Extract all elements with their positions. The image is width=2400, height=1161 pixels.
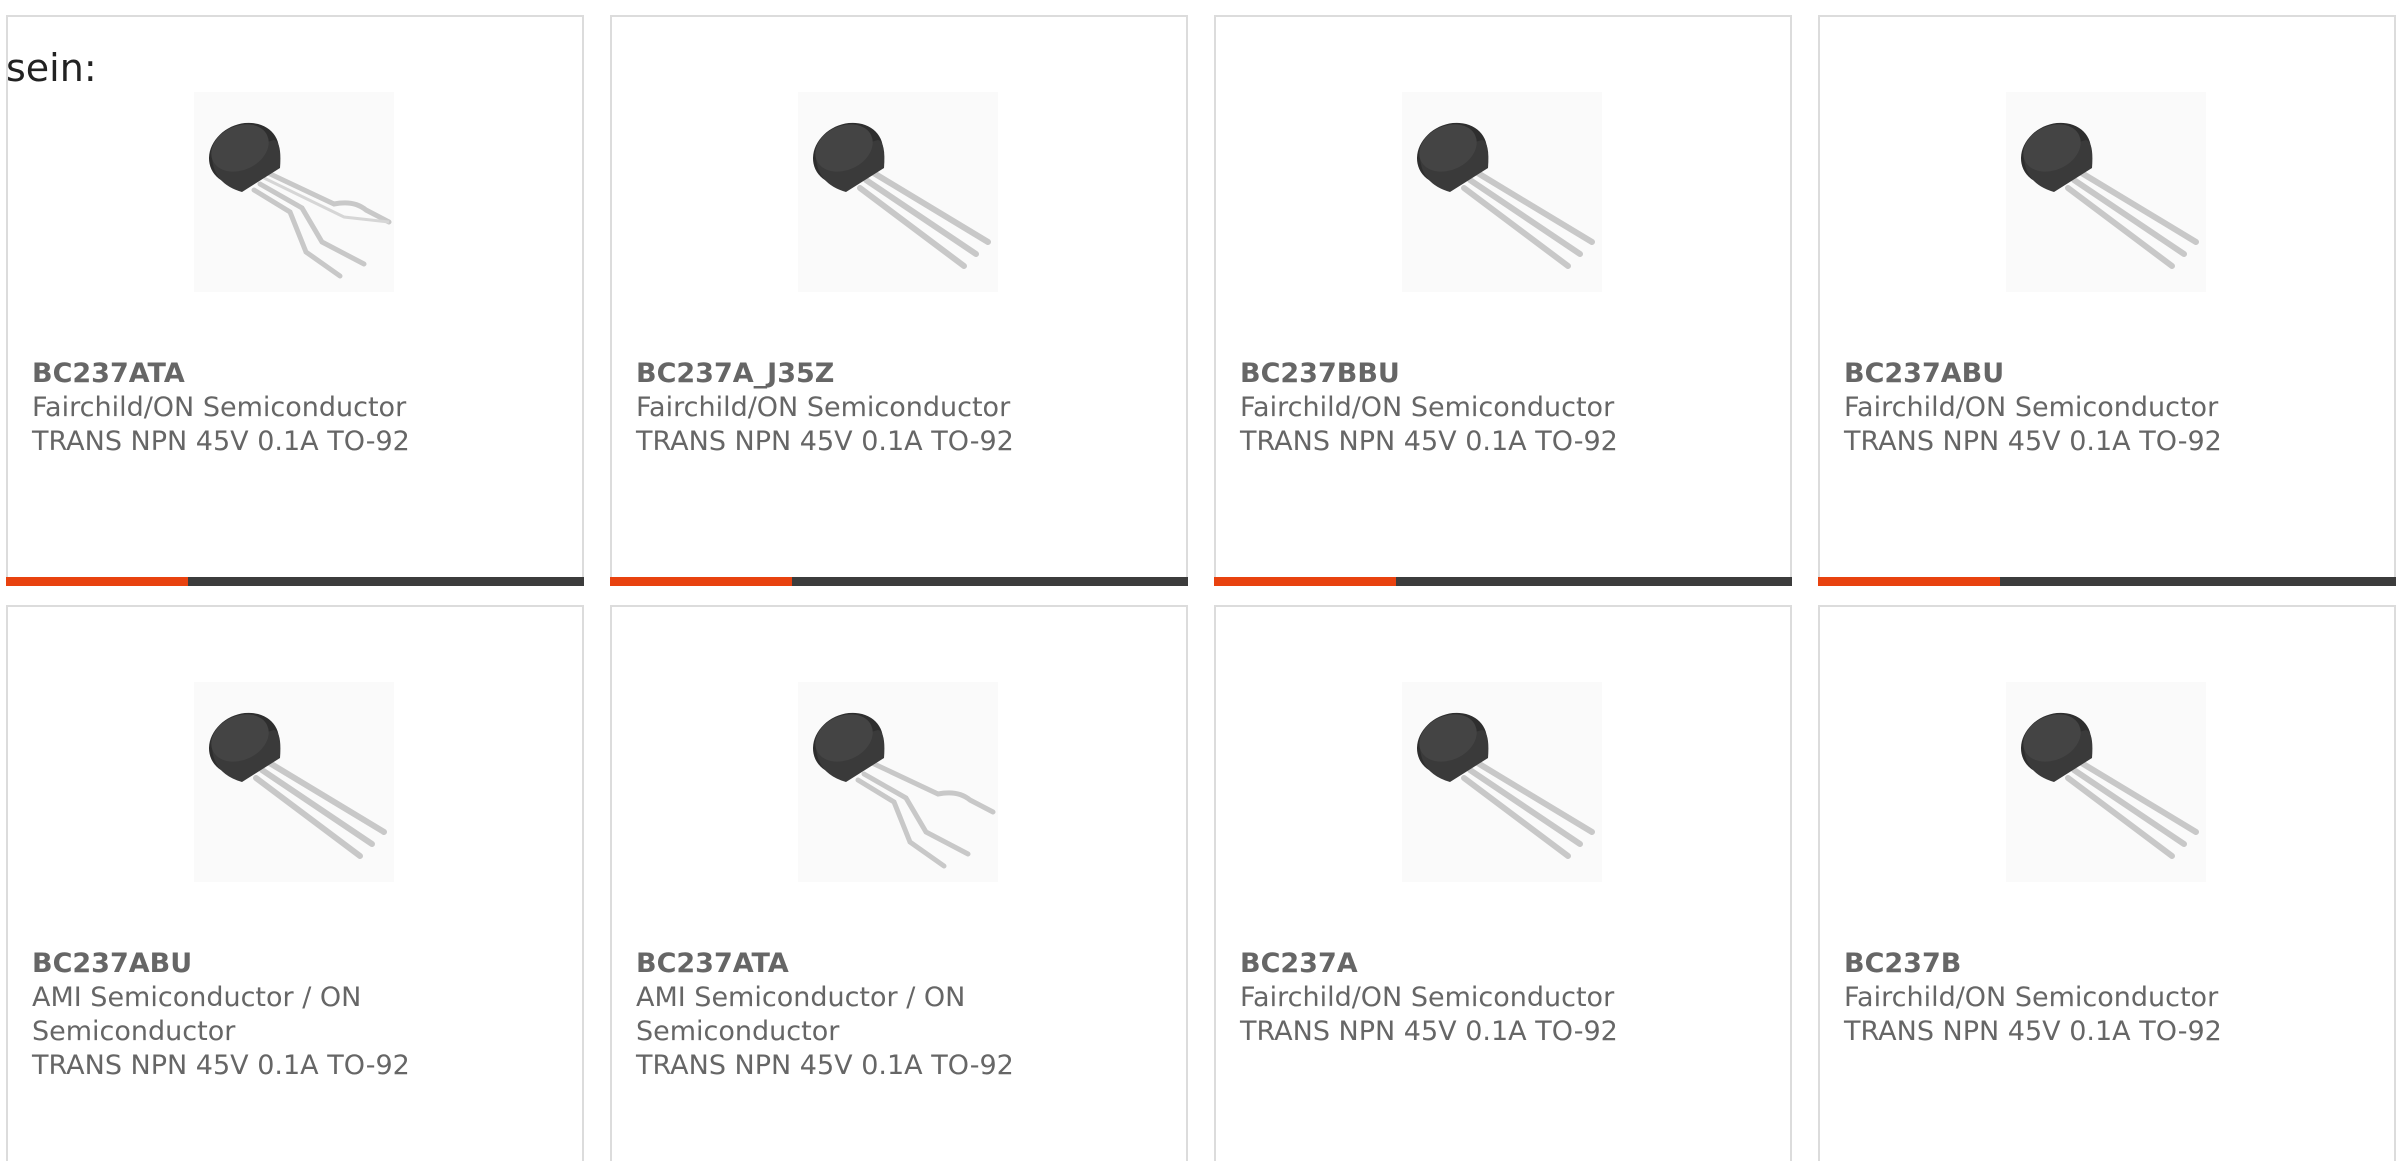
part-number-link[interactable]: BC237A — [1240, 947, 1770, 981]
card-footer-bar — [1214, 577, 1792, 586]
product-card[interactable]: BC237ATA Fairchild/ON Semiconductor TRAN… — [6, 15, 584, 586]
card-footer-bar — [6, 577, 584, 586]
product-card[interactable]: BC237ATA AMI Semiconductor / ON Semicond… — [610, 605, 1188, 1161]
product-info: BC237ATA Fairchild/ON Semiconductor TRAN… — [32, 357, 562, 459]
product-card[interactable]: BC237ABU Fairchild/ON Semiconductor TRAN… — [1818, 15, 2396, 586]
accent-bar — [1818, 577, 2000, 586]
description: TRANS NPN 45V 0.1A TO-92 — [32, 1050, 410, 1081]
product-info: BC237A Fairchild/ON Semiconductor TRANS … — [1240, 947, 1770, 1049]
product-card[interactable]: BC237A_J35Z Fairchild/ON Semiconductor T… — [610, 15, 1188, 586]
part-number-link[interactable]: BC237ABU — [32, 947, 562, 981]
to92-transistor-icon — [1402, 92, 1602, 292]
product-card[interactable]: BC237A Fairchild/ON Semiconductor TRANS … — [1214, 605, 1792, 1161]
product-info: BC237A_J35Z Fairchild/ON Semiconductor T… — [636, 357, 1166, 459]
intro-text: sein: — [6, 46, 97, 90]
manufacturer: Fairchild/ON Semiconductor — [636, 392, 1011, 423]
manufacturer: Fairchild/ON Semiconductor — [1844, 982, 2219, 1013]
description: TRANS NPN 45V 0.1A TO-92 — [1240, 426, 1618, 457]
manufacturer: AMI Semiconductor / ON Semiconductor — [32, 982, 362, 1047]
manufacturer: AMI Semiconductor / ON Semiconductor — [636, 982, 966, 1047]
part-number-link[interactable]: BC237ATA — [636, 947, 1166, 981]
description: TRANS NPN 45V 0.1A TO-92 — [1844, 426, 2222, 457]
part-number-link[interactable]: BC237ATA — [32, 357, 562, 391]
product-grid-page: sein: BC237ATA Fairchild/ON Semiconducto… — [0, 0, 2400, 1161]
accent-bar — [6, 577, 188, 586]
to92-transistor-bent-leads-icon — [798, 682, 998, 882]
to92-transistor-icon — [1402, 682, 1602, 882]
description: TRANS NPN 45V 0.1A TO-92 — [636, 1050, 1014, 1081]
product-card[interactable]: BC237ABU AMI Semiconductor / ON Semicond… — [6, 605, 584, 1161]
description: TRANS NPN 45V 0.1A TO-92 — [32, 426, 410, 457]
part-number-link[interactable]: BC237BBU — [1240, 357, 1770, 391]
to92-transistor-bent-leads-icon — [194, 92, 394, 292]
description: TRANS NPN 45V 0.1A TO-92 — [1844, 1016, 2222, 1047]
card-footer-bar — [1818, 577, 2396, 586]
manufacturer: Fairchild/ON Semiconductor — [1240, 392, 1615, 423]
part-number-link[interactable]: BC237ABU — [1844, 357, 2374, 391]
product-info: BC237ABU AMI Semiconductor / ON Semicond… — [32, 947, 562, 1083]
product-info: BC237BBU Fairchild/ON Semiconductor TRAN… — [1240, 357, 1770, 459]
product-info: BC237B Fairchild/ON Semiconductor TRANS … — [1844, 947, 2374, 1049]
card-footer-bar — [610, 577, 1188, 586]
product-info: BC237ATA AMI Semiconductor / ON Semicond… — [636, 947, 1166, 1083]
manufacturer: Fairchild/ON Semiconductor — [1240, 982, 1615, 1013]
to92-transistor-icon — [2006, 92, 2206, 292]
manufacturer: Fairchild/ON Semiconductor — [32, 392, 407, 423]
to92-transistor-icon — [194, 682, 394, 882]
description: TRANS NPN 45V 0.1A TO-92 — [636, 426, 1014, 457]
part-number-link[interactable]: BC237A_J35Z — [636, 357, 1166, 391]
to92-transistor-icon — [798, 92, 998, 292]
manufacturer: Fairchild/ON Semiconductor — [1844, 392, 2219, 423]
product-card[interactable]: BC237BBU Fairchild/ON Semiconductor TRAN… — [1214, 15, 1792, 586]
description: TRANS NPN 45V 0.1A TO-92 — [1240, 1016, 1618, 1047]
accent-bar — [610, 577, 792, 586]
to92-transistor-icon — [2006, 682, 2206, 882]
accent-bar — [1214, 577, 1396, 586]
product-card[interactable]: BC237B Fairchild/ON Semiconductor TRANS … — [1818, 605, 2396, 1161]
part-number-link[interactable]: BC237B — [1844, 947, 2374, 981]
product-info: BC237ABU Fairchild/ON Semiconductor TRAN… — [1844, 357, 2374, 459]
